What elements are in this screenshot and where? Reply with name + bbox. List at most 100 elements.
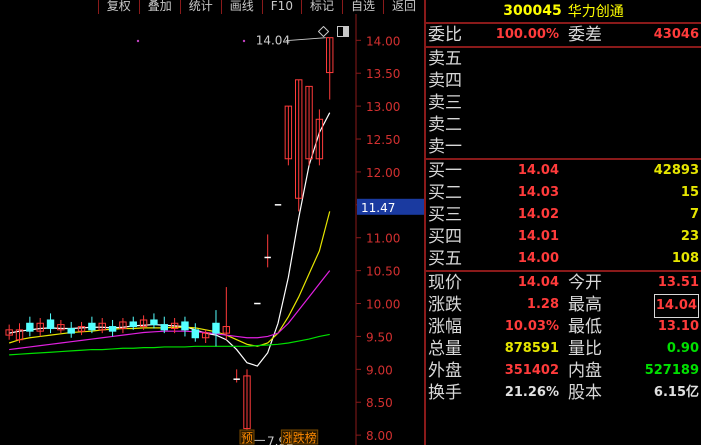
sell-row: 卖四 bbox=[426, 70, 701, 92]
current-price-label: 11.47 bbox=[361, 201, 395, 215]
weicha-value: 43046 bbox=[653, 27, 699, 42]
stat-value: 21.26% bbox=[504, 385, 559, 400]
stat-label: 换手 bbox=[428, 383, 462, 403]
buy-price: 14.00 bbox=[517, 251, 559, 266]
sell-row: 卖三 bbox=[426, 92, 701, 114]
quote-header: 300045 华力创通 bbox=[426, 0, 701, 22]
event-marker-label: 预 bbox=[241, 431, 253, 445]
toolbar-fanhui-button[interactable]: 返回 bbox=[382, 0, 424, 14]
candle-body bbox=[160, 324, 168, 331]
buy-level-label: 买三 bbox=[428, 205, 462, 225]
stat-row: 外盘 351402 内盘 527189 bbox=[426, 360, 701, 382]
candle-body bbox=[46, 319, 55, 330]
ma-line-ma60 bbox=[9, 333, 330, 356]
candle-body bbox=[88, 322, 96, 331]
buy-volume: 7 bbox=[689, 207, 699, 222]
weibi-row: 委比 100.00% 委差 43046 bbox=[426, 24, 701, 46]
candle-body bbox=[129, 321, 137, 328]
candle-body bbox=[212, 322, 220, 334]
stat-label: 股本 bbox=[568, 383, 602, 403]
buy-row: 买一 14.04 42893 bbox=[426, 160, 701, 182]
ma-line-ma20 bbox=[9, 270, 331, 351]
candle-body bbox=[67, 328, 75, 334]
y-tick-label: 12.00 bbox=[366, 166, 400, 180]
y-tick-label: 12.50 bbox=[366, 133, 400, 147]
buy-level-label: 买四 bbox=[428, 227, 462, 247]
toolbar-f10-button[interactable]: F10 bbox=[261, 0, 301, 14]
y-tick-label: 10.00 bbox=[366, 298, 400, 312]
stat-row: 总量 878591 量比 0.90 bbox=[426, 338, 701, 360]
toolbar-zixuan-button[interactable]: 自选 bbox=[341, 0, 383, 14]
y-tick-label: 9.00 bbox=[366, 363, 393, 377]
buy-price: 14.02 bbox=[517, 207, 559, 222]
kline-chart[interactable]: 14.0013.5013.0012.5012.0011.5011.0010.50… bbox=[0, 0, 424, 445]
buy-volume: 23 bbox=[680, 229, 699, 244]
stat-value: 878591 bbox=[504, 341, 559, 356]
buy-volume: 15 bbox=[680, 185, 699, 200]
buy-row: 买二 14.03 15 bbox=[426, 182, 701, 204]
buy-row: 买四 14.01 23 bbox=[426, 226, 701, 248]
high-pointer bbox=[285, 37, 326, 42]
high-annotation: 14.04 bbox=[256, 34, 290, 48]
stat-label: 总量 bbox=[428, 339, 462, 359]
buy-level-label: 买一 bbox=[428, 161, 462, 181]
stat-label: 外盘 bbox=[428, 361, 462, 381]
event-marker-label: 跌榜 bbox=[293, 430, 317, 445]
buy-level-label: 买二 bbox=[428, 183, 462, 203]
candle-body bbox=[108, 326, 117, 332]
candle-body bbox=[26, 322, 34, 332]
stat-value: 10.03% bbox=[504, 319, 559, 334]
buy-volume: 108 bbox=[671, 251, 699, 266]
y-tick-label: 9.50 bbox=[366, 330, 393, 344]
toolbar-biaoji-button[interactable]: 标记 bbox=[300, 0, 342, 14]
stat-row: 现价 14.04 今开 13.51 bbox=[426, 272, 701, 294]
stat-label: 今开 bbox=[568, 273, 602, 293]
y-tick-label: 14.00 bbox=[366, 34, 400, 48]
panel-toggle-icon[interactable] bbox=[337, 22, 349, 37]
sell-row: 卖二 bbox=[426, 114, 701, 136]
stat-value: 527189 bbox=[644, 363, 699, 378]
stat-row: 涨幅 10.03% 最低 13.10 bbox=[426, 316, 701, 338]
buy-volume: 42893 bbox=[653, 163, 699, 178]
sell-level-label: 卖三 bbox=[428, 93, 462, 113]
stat-value: 14.04 bbox=[517, 275, 559, 290]
candle-body bbox=[181, 321, 189, 331]
candle-body bbox=[191, 329, 200, 339]
y-tick-label: 11.00 bbox=[366, 232, 400, 246]
buy-price: 14.01 bbox=[517, 229, 559, 244]
stat-value: 6.15亿 bbox=[653, 385, 699, 400]
sell-row: 卖一 bbox=[426, 136, 701, 158]
stock-code: 300045 bbox=[503, 3, 562, 19]
quote-panel: 300045 华力创通 委比 100.00% 委差 43046 卖五 卖四 卖三 卖二… bbox=[424, 0, 701, 445]
candle-body bbox=[150, 319, 158, 326]
stat-label: 涨幅 bbox=[428, 317, 462, 337]
stat-label: 最低 bbox=[568, 317, 602, 337]
sell-level-label: 卖一 bbox=[428, 137, 462, 157]
sell-level-label: 卖四 bbox=[428, 71, 462, 91]
sell-level-label: 卖五 bbox=[428, 49, 462, 69]
marker-dot bbox=[242, 39, 246, 43]
stat-label: 最高 bbox=[568, 295, 602, 315]
stat-value: 0.90 bbox=[666, 341, 699, 356]
sell-row: 卖五 bbox=[426, 48, 701, 70]
y-tick-label: 10.50 bbox=[366, 265, 400, 279]
toolbar-diejia-button[interactable]: 叠加 bbox=[138, 0, 180, 14]
y-tick-label: 8.50 bbox=[366, 396, 393, 410]
stat-row: 换手 21.26% 股本 6.15亿 bbox=[426, 382, 701, 404]
toolbar-fuquan-button[interactable]: 复权 bbox=[97, 0, 139, 14]
stat-label: 现价 bbox=[428, 273, 462, 293]
buy-row: 买五 14.00 108 bbox=[426, 248, 701, 270]
toolbar-huaxian-button[interactable]: 画线 bbox=[220, 0, 262, 14]
buy-price: 14.04 bbox=[517, 163, 559, 178]
diamond-icon[interactable] bbox=[317, 22, 330, 38]
toolbar-tongji-button[interactable]: 统计 bbox=[179, 0, 221, 14]
weicha-label: 委差 bbox=[568, 25, 602, 45]
y-tick-label: 8.00 bbox=[366, 429, 393, 443]
buy-row: 买三 14.02 7 bbox=[426, 204, 701, 226]
marker-dot bbox=[136, 39, 140, 43]
stat-value: 1.28 bbox=[526, 297, 559, 312]
buy-price: 14.03 bbox=[517, 185, 559, 200]
stat-label: 内盘 bbox=[568, 361, 602, 381]
weibi-value: 100.00% bbox=[495, 27, 559, 42]
stat-value: 351402 bbox=[504, 363, 559, 378]
